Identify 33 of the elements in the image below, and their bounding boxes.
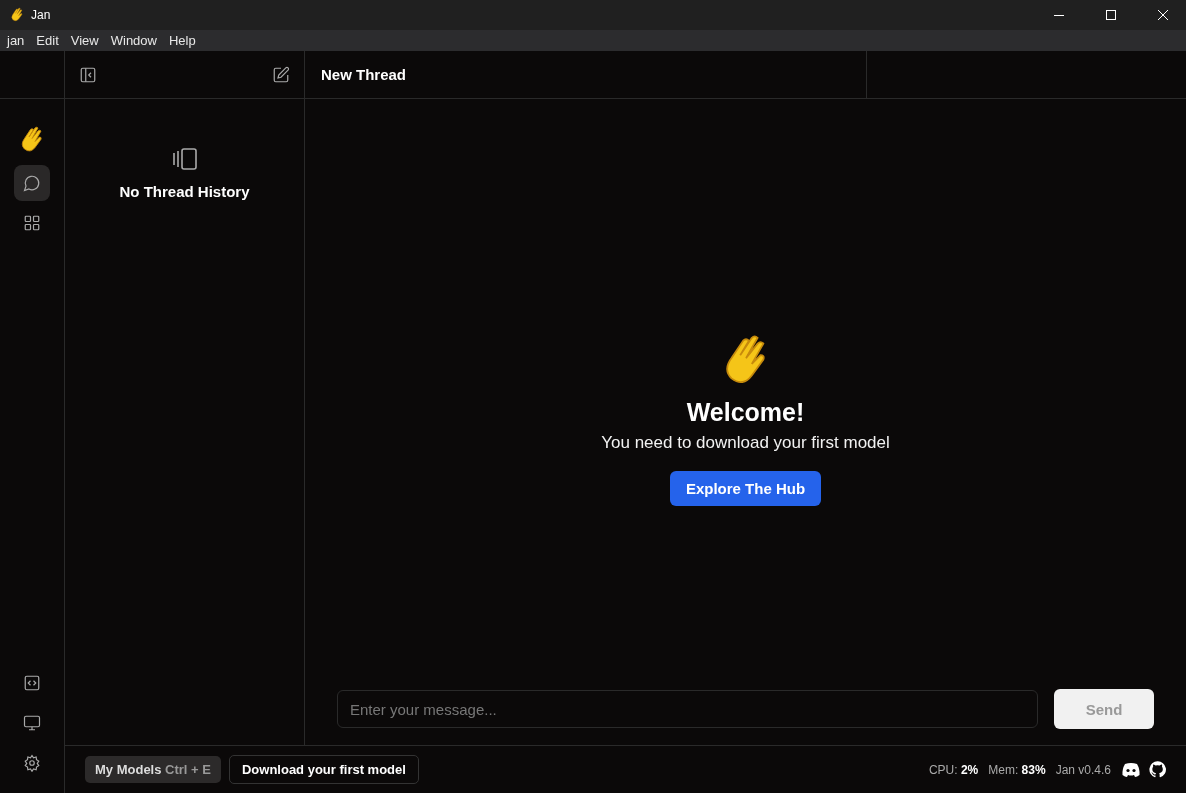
message-input[interactable]: Enter your message... — [337, 690, 1038, 728]
waving-hand-icon — [9, 7, 25, 23]
close-icon — [1157, 9, 1169, 21]
menu-item[interactable]: Help — [168, 33, 196, 48]
menu-item[interactable]: Window — [110, 33, 157, 48]
menu-item[interactable]: jan — [7, 33, 25, 48]
maximize-icon — [1105, 9, 1117, 21]
window-title: Jan — [31, 8, 51, 22]
version-label: Jan v0.4.6 — [1055, 762, 1111, 777]
edit-icon — [272, 65, 290, 84]
settings-icon — [23, 754, 41, 772]
download-model-button[interactable]: Download your first model — [228, 755, 419, 784]
menu-item[interactable]: View — [70, 33, 99, 48]
welcome-title: Welcome! — [686, 398, 805, 427]
stacked-cards-icon — [171, 147, 198, 171]
monitor-icon — [23, 714, 41, 732]
new-thread-button[interactable] — [272, 65, 290, 84]
menu-item[interactable]: Edit — [36, 33, 59, 48]
chat-bubble-icon — [23, 174, 41, 192]
grid-icon — [23, 214, 41, 232]
cat-logo-icon[interactable] — [1149, 761, 1166, 778]
empty-state-text: No Thread History — [119, 183, 250, 200]
code-icon — [23, 674, 41, 692]
thread-title: New Thread — [321, 66, 408, 83]
sidebar-icon — [79, 65, 97, 84]
explore-hub-button[interactable]: Explore The Hub — [669, 471, 822, 506]
collapse-sidebar-button[interactable] — [79, 65, 97, 84]
chat-button[interactable] — [14, 165, 50, 201]
resource-stat: CPU: 2% — [928, 762, 979, 777]
resource-stat: Mem: 83% — [988, 762, 1046, 777]
my-models-button[interactable]: My Models Ctrl + E — [85, 756, 221, 783]
game-controller-icon[interactable] — [1121, 761, 1141, 778]
welcome-subtitle: You need to download your first model — [601, 433, 890, 453]
